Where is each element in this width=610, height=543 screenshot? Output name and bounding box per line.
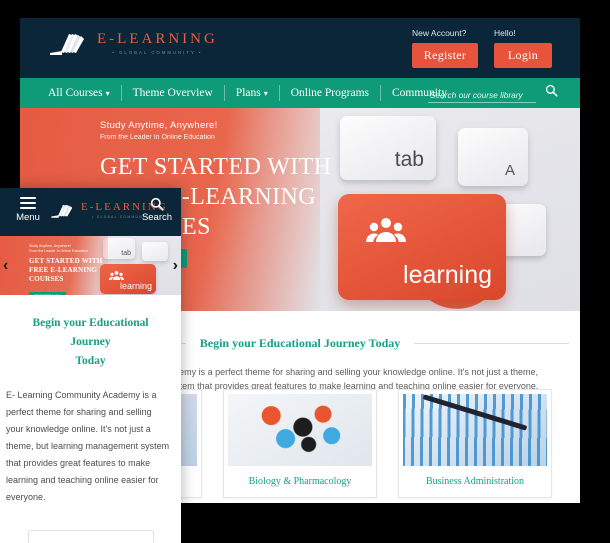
mobile-hero-headline: GET STARTED WITH FREE E-LEARNING COURSES (29, 257, 107, 284)
graduation-group-icon (109, 270, 124, 281)
mobile-menu-button[interactable]: Menu (13, 197, 43, 223)
mobile-keyboard-key-learning-label: learning (119, 281, 152, 291)
login-note: Hello! (494, 28, 516, 38)
mobile-section-title: Begin your Educational Journey Today (0, 295, 181, 371)
register-note: New Account? (412, 28, 467, 38)
mobile-search-button[interactable]: Search (140, 197, 174, 223)
logo-wordmark: E-LEARNING • GLOBAL COMMUNITY • (97, 32, 218, 55)
mobile-keyboard-key-learning: learning (100, 264, 156, 294)
open-book-icon (48, 31, 90, 57)
molecule-scientist-photo (228, 394, 372, 466)
course-card-title[interactable]: Business Administration (399, 470, 551, 497)
chevron-down-icon: ▾ (263, 89, 268, 98)
chevron-left-icon[interactable]: ‹ (3, 257, 8, 274)
login-button[interactable]: Login (494, 43, 552, 68)
mobile-body: Begin your Educational Journey Today E- … (0, 295, 181, 543)
mobile-hero-slider: tab learning Study Anytime, Anywhere! Fr… (0, 236, 181, 295)
mobile-section-title-line-2: Today (75, 355, 106, 367)
nav-item-label: All Courses (48, 87, 103, 99)
chevron-down-icon: ▾ (105, 89, 110, 98)
nav-item-label: Plans (235, 87, 261, 99)
business-chart-photo (403, 394, 547, 466)
mobile-hero-copy: Study Anytime, Anywhere! From the Leader… (29, 244, 107, 295)
heading-rule-right (414, 343, 570, 344)
nav-item-plans[interactable]: Plans ▾ (225, 85, 280, 101)
magnifier-icon[interactable] (545, 84, 558, 97)
mobile-section-cta-placeholder[interactable] (27, 530, 154, 543)
mobile-hero-headline-line-2: FREE E-LEARNING (29, 266, 98, 274)
register-button[interactable]: Register (412, 43, 478, 68)
course-card-title[interactable]: Biology & Pharmacology (224, 470, 376, 497)
keyboard-key-learning-label: learning (403, 261, 492, 289)
chevron-right-icon[interactable]: › (173, 257, 178, 274)
login-group: Hello! Login (494, 28, 552, 68)
mobile-keyboard-key-blank (142, 242, 168, 261)
mobile-header: Menu E-LEARNING • GLOBAL COMMUNITY • Sea… (0, 188, 181, 236)
course-card[interactable]: Biology & Pharmacology (223, 389, 377, 498)
nav-item-all-courses[interactable]: All Courses ▾ (48, 85, 122, 101)
mobile-section-title-line-1: Begin your Educational Journey (32, 317, 149, 348)
keyboard-key-a-label: A (504, 162, 515, 179)
hero-subkicker: From the Leader In Online Education (100, 134, 215, 141)
mobile-preview-panel: Menu E-LEARNING • GLOBAL COMMUNITY • Sea… (0, 188, 181, 543)
course-card[interactable]: Business Administration (398, 389, 552, 498)
auth-area: New Account? Register Hello! Login (412, 28, 552, 68)
search-input[interactable] (428, 90, 536, 103)
nav-item-online-programs[interactable]: Online Programs (280, 85, 381, 101)
primary-nav: All Courses ▾ Theme Overview Plans ▾ Onlin… (20, 78, 580, 108)
keyboard-key-a: A (458, 128, 528, 186)
hero-headline-line-1: GET STARTED WITH (100, 154, 332, 180)
primary-nav-items: All Courses ▾ Theme Overview Plans ▾ Onlin… (48, 78, 458, 108)
magnifier-icon (140, 197, 174, 211)
nav-item-theme-overview[interactable]: Theme Overview (122, 85, 225, 101)
site-masthead: E-LEARNING • GLOBAL COMMUNITY • New Acco… (20, 18, 580, 78)
nav-search (428, 84, 558, 103)
logo-subtitle: • GLOBAL COMMUNITY • (112, 50, 203, 56)
mobile-keyboard-key-tab-label: tab (121, 250, 131, 257)
hamburger-menu-icon (20, 197, 36, 209)
mobile-search-label: Search (141, 212, 173, 223)
mobile-hero-subkicker: From the Leader In Online Education (29, 249, 88, 253)
screenshot-stage: About Us Calendar News Events My C (0, 0, 610, 543)
mobile-hero-headline-line-3: COURSES (29, 275, 64, 283)
logo-title: E-LEARNING (97, 31, 218, 48)
site-logo[interactable]: E-LEARNING • GLOBAL COMMUNITY • (48, 31, 218, 57)
register-group: New Account? Register (412, 28, 478, 68)
mobile-section-paragraph: E- Learning Community Academy is a perfe… (6, 390, 170, 502)
journey-section-title: Begin your Educational Journey Today (199, 336, 401, 350)
hero-kicker: Study Anytime, Anywhere! (100, 120, 218, 131)
mobile-hero-headline-line-1: GET STARTED WITH (29, 257, 103, 265)
mobile-menu-label: Menu (16, 212, 40, 223)
open-book-icon (50, 203, 76, 219)
